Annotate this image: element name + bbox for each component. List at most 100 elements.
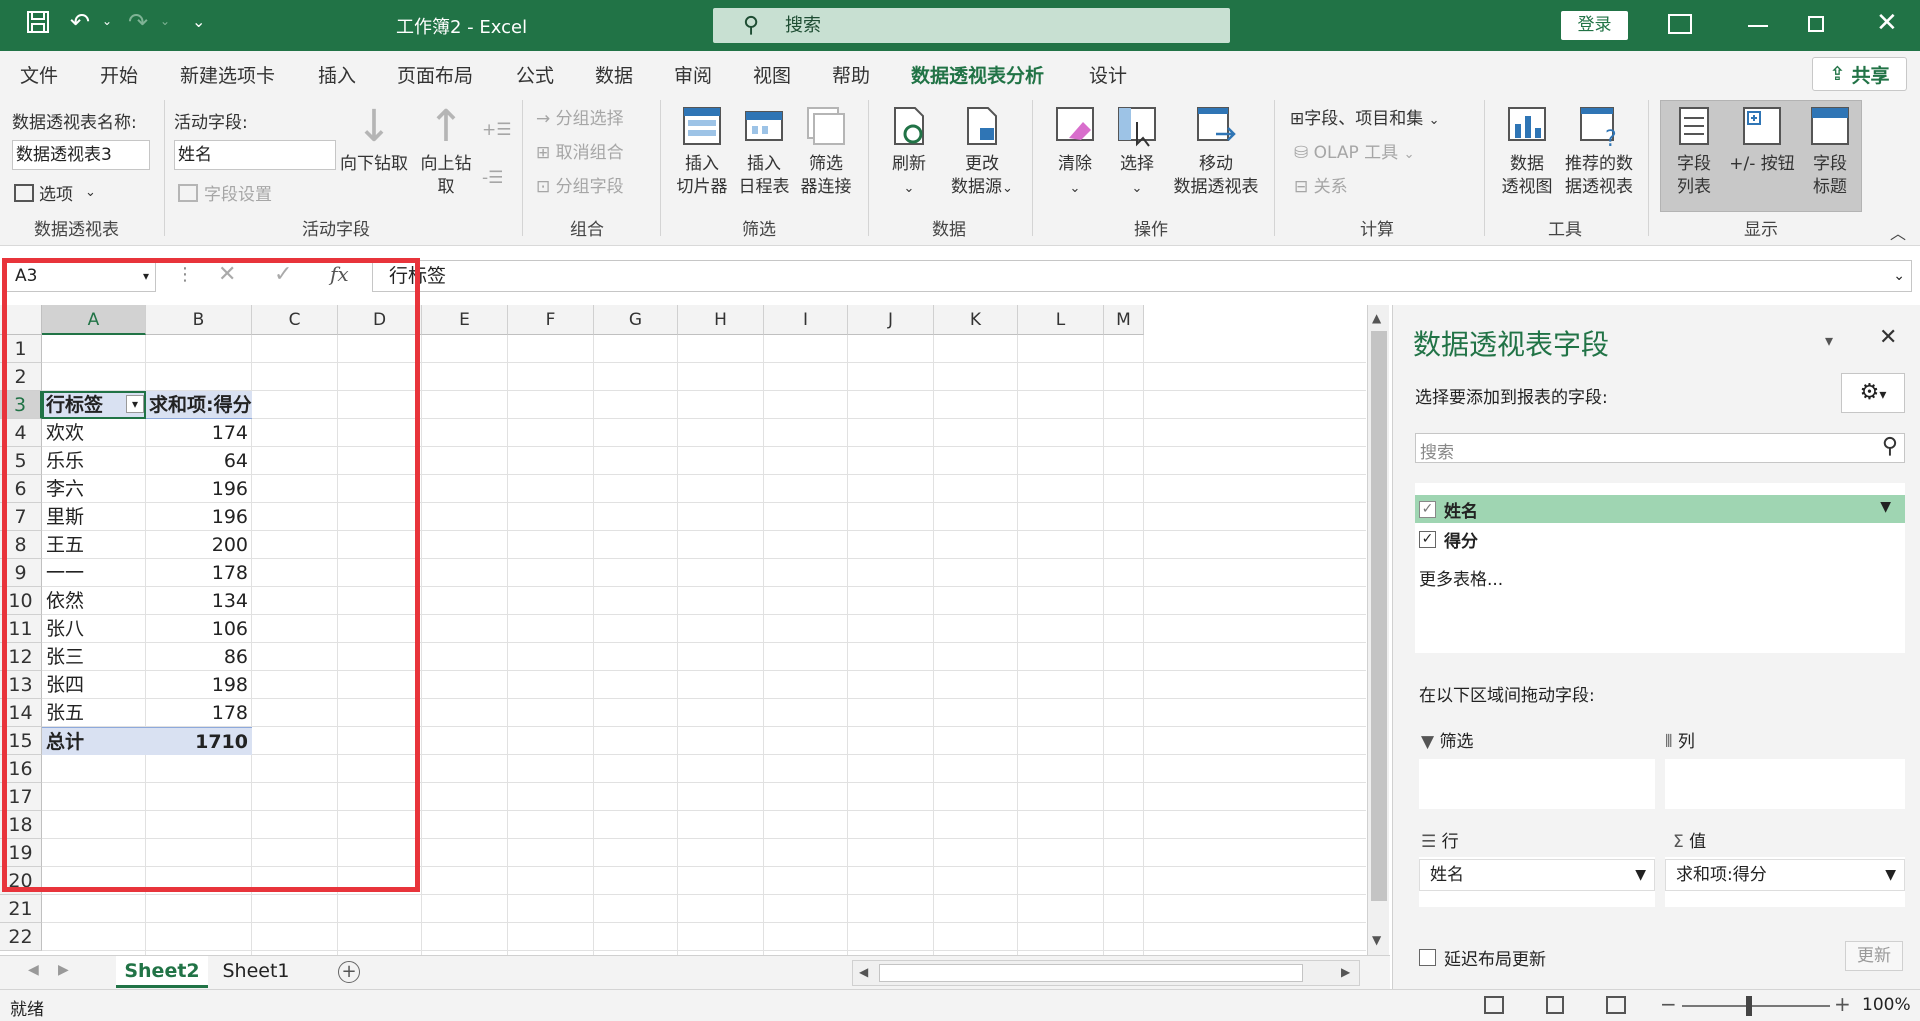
pivot-row-value[interactable]: 196 [146,475,252,503]
row-header-7[interactable]: 7 [0,503,42,531]
field-checkbox-score[interactable]: ✓ [1419,530,1436,548]
fields-items-sets-button[interactable]: ⊞字段、项目和集 ⌄ [1290,104,1440,129]
row-header-2[interactable]: 2 [0,363,42,391]
row-header-5[interactable]: 5 [0,447,42,475]
sheet-tab-sheet1[interactable]: Sheet1 [210,956,302,988]
row-header-6[interactable]: 6 [0,475,42,503]
row-header-8[interactable]: 8 [0,531,42,559]
values-chip-dropdown-icon[interactable]: ▼ [1885,860,1896,890]
row-header-1[interactable]: 1 [0,335,42,363]
tab-new[interactable]: 新建选项卡 [180,61,275,88]
column-header-d[interactable]: D [338,305,422,335]
pivot-row-value[interactable]: 174 [146,419,252,447]
restore-icon[interactable] [1808,16,1824,32]
row-header-15[interactable]: 15 [0,727,42,755]
pivot-grand-total-label[interactable]: 总计 [42,727,146,755]
defer-update-checkbox[interactable] [1419,949,1436,966]
pivot-row-label[interactable]: 张五 [42,699,146,727]
clear-button[interactable]: 清除 ⌄ [1046,104,1104,200]
more-options-icon[interactable]: ⋮ [176,264,194,285]
area-rows-box[interactable]: 姓名 ▼ [1419,857,1655,907]
pivot-name-input[interactable]: 数据透视表3 [12,140,150,170]
pivot-row-label[interactable]: 张四 [42,671,146,699]
column-header-e[interactable]: E [422,305,508,335]
row-header-4[interactable]: 4 [0,419,42,447]
pivot-row-label[interactable]: 王五 [42,531,146,559]
pivot-row-value[interactable]: 178 [146,559,252,587]
pivot-row-label[interactable]: 张三 [42,643,146,671]
close-pane-icon[interactable]: ✕ [1879,325,1897,350]
field-dropdown-icon[interactable]: ▼ [1880,499,1891,515]
row-header-10[interactable]: 10 [0,587,42,615]
column-header-i[interactable]: I [764,305,848,335]
page-break-view-icon[interactable] [1606,996,1626,1014]
tab-page-layout[interactable]: 页面布局 [397,61,473,88]
pivot-chart-button[interactable]: 数据 透视图 [1496,104,1558,199]
insert-function-icon[interactable]: fx [330,262,349,286]
vertical-scroll-thumb[interactable] [1371,331,1387,901]
field-search-input[interactable]: 搜索 ⚲ [1415,433,1905,463]
tab-view[interactable]: 视图 [753,61,791,88]
row-header-21[interactable]: 21 [0,895,42,923]
row-labels-filter-dropdown-icon[interactable]: ▾ [126,395,144,413]
pivot-row-label[interactable]: 欢欢 [42,419,146,447]
field-item-score[interactable]: ✓ 得分 [1415,525,1905,553]
row-header-19[interactable]: 19 [0,839,42,867]
sheet-tab-sheet2[interactable]: Sheet2 [116,956,208,988]
login-button[interactable]: 登录 [1561,11,1628,40]
formula-input[interactable]: 行标签 ⌄ [372,260,1912,292]
refresh-button[interactable]: 刷新 ⌄ [880,104,938,200]
minimize-icon[interactable] [1748,25,1768,27]
search-box[interactable]: ⚲ 搜索 [713,8,1230,43]
pivot-row-value[interactable]: 106 [146,615,252,643]
column-header-c[interactable]: C [252,305,338,335]
field-headers-button[interactable]: 字段 标题 [1800,104,1860,199]
more-tables-link[interactable]: 更多表格... [1419,565,1503,590]
area-filter-box[interactable] [1419,759,1655,809]
column-header-f[interactable]: F [508,305,594,335]
zoom-level[interactable]: 100% [1862,995,1911,1015]
pivot-row-value[interactable]: 196 [146,503,252,531]
normal-view-icon[interactable] [1484,996,1504,1014]
page-layout-view-icon[interactable] [1546,996,1564,1014]
tools-gear-button[interactable]: ⚙▾ [1841,373,1905,413]
tab-design[interactable]: 设计 [1089,61,1127,88]
insert-timeline-button[interactable]: 插入 日程表 [734,104,794,199]
pivot-row-label[interactable]: 依然 [42,587,146,615]
undo-dropdown-icon[interactable]: ⌄ [102,14,112,28]
pivot-row-value[interactable]: 64 [146,447,252,475]
select-button[interactable]: 选择 ⌄ [1108,104,1166,200]
collapse-ribbon-icon[interactable]: ︿ [1890,220,1906,244]
chevron-down-icon[interactable]: ▾ [143,261,149,291]
field-list-button[interactable]: 字段 列表 [1664,104,1724,199]
tab-pivot-analyze[interactable]: 数据透视表分析 [911,61,1045,97]
pivot-row-label[interactable]: 张八 [42,615,146,643]
column-header-j[interactable]: J [848,305,934,335]
area-values-box[interactable]: 求和项:得分 ▼ [1665,857,1905,907]
pivot-sum-header[interactable]: 求和项:得分 [146,391,252,419]
pane-options-dropdown-icon[interactable]: ▾ [1825,331,1833,350]
worksheet-grid[interactable]: ABCDEFGHIJKLM 1 2 3 4 5 6 7 8 9 10 11 12 13 14 15 16 17 1… [0,305,1366,955]
pivot-row-value[interactable]: 86 [146,643,252,671]
row-header-9[interactable]: 9 [0,559,42,587]
pivot-row-value[interactable]: 134 [146,587,252,615]
select-all-corner[interactable] [0,305,42,335]
tab-file[interactable]: 文件 [20,61,58,88]
change-data-source-button[interactable]: 更改 数据源⌄ [942,104,1022,200]
scroll-down-icon[interactable]: ▼ [1372,933,1381,947]
area-columns-box[interactable] [1665,759,1905,809]
field-item-name[interactable]: ✓ 姓名 ▼ [1415,495,1905,523]
pivot-grand-total-value[interactable]: 1710 [146,727,252,755]
scroll-sheets-right-icon[interactable]: ▶ [58,962,69,978]
column-header-k[interactable]: K [934,305,1018,335]
tab-formulas[interactable]: 公式 [516,61,554,88]
add-sheet-icon[interactable]: + [338,961,360,983]
row-header-13[interactable]: 13 [0,671,42,699]
pivot-row-labels-header[interactable]: 行标签 ▾ [42,391,146,419]
scroll-right-icon[interactable]: ▶ [1341,965,1350,979]
column-header-m[interactable]: M [1104,305,1144,335]
rows-chip-dropdown-icon[interactable]: ▼ [1635,860,1646,890]
options-button[interactable]: 选项 ⌄ [14,180,96,205]
scroll-up-icon[interactable]: ▲ [1372,311,1381,325]
move-pivot-button[interactable]: 移动 数据透视表 [1170,104,1262,199]
